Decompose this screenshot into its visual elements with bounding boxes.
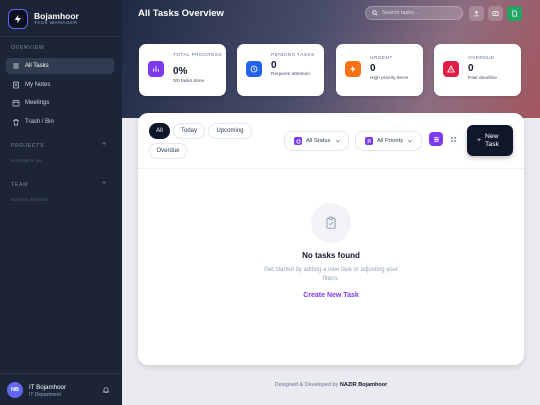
user-name: IT Bojamhoor	[29, 384, 67, 391]
warning-icon	[443, 61, 459, 77]
team-empty-note: No team members	[11, 197, 49, 202]
sidebar-item-label: Meetings	[25, 100, 50, 106]
footer: Designed & Developed by NAZIR Bojamhoor	[122, 382, 540, 388]
search-icon	[372, 10, 378, 16]
list-icon	[13, 63, 19, 69]
note-icon	[13, 81, 19, 89]
stat-value: 0%	[173, 66, 188, 77]
sidebar-item-label: Trash / Bin	[25, 119, 54, 125]
sidebar-item-all-tasks[interactable]: All Tasks	[6, 58, 114, 74]
lightning-logo-icon	[8, 9, 28, 29]
excel-export-button[interactable]	[507, 6, 522, 21]
clipboard-check-icon	[326, 216, 336, 229]
priority-filter-dropdown[interactable]: All Priority	[355, 131, 422, 151]
brand[interactable]: Bojamhoor TASK MANAGER	[8, 9, 79, 29]
stat-sub: 0/0 tasks done	[173, 79, 205, 84]
tab-overdue[interactable]: Overdue	[149, 143, 187, 159]
stat-label: TOTAL PROGRESS	[173, 53, 222, 58]
tab-upcoming[interactable]: Upcoming	[208, 123, 252, 139]
team-section-label: TEAM	[11, 182, 29, 188]
user-profile[interactable]: NB IT Bojamhoor IT Department	[0, 373, 122, 405]
priority-filter-icon	[365, 137, 373, 145]
avatar: NB	[7, 382, 23, 398]
stat-card-overdue: OVERDUE 0 Past deadline	[434, 44, 521, 96]
sidebar-divider	[0, 36, 122, 37]
chevron-down-icon	[335, 139, 340, 143]
overview-section-label: OVERVIEW	[11, 45, 45, 51]
add-project-button[interactable]: +	[102, 141, 106, 148]
stat-value: 0	[271, 60, 277, 71]
chart-icon	[148, 61, 164, 77]
projects-section-label: PROJECTS	[11, 143, 45, 149]
list-view-button[interactable]	[429, 132, 443, 146]
add-team-member-button[interactable]: +	[102, 180, 106, 187]
stat-sub: High priority items	[370, 76, 409, 81]
grid-icon	[450, 136, 456, 142]
inbox-icon	[492, 11, 499, 16]
stat-label: OVERDUE	[468, 56, 495, 61]
lightning-icon	[345, 61, 361, 77]
import-button[interactable]	[488, 6, 503, 21]
footer-prefix: Designed & Developed by	[274, 382, 339, 388]
panel-divider	[138, 168, 524, 169]
empty-state-description: Get started by adding a new task or adju…	[264, 267, 398, 282]
grid-view-button[interactable]	[446, 132, 460, 146]
sidebar-item-label: All Tasks	[25, 63, 49, 69]
calendar-icon	[12, 100, 20, 107]
plus-icon: +	[477, 136, 481, 144]
page-title: All Tasks Overview	[138, 8, 224, 19]
sidebar: Bojamhoor TASK MANAGER OVERVIEW All Task…	[0, 0, 122, 405]
stat-card-urgent: URGENT 0 High priority items	[336, 44, 423, 96]
upload-icon	[474, 10, 479, 17]
search-input[interactable]	[382, 10, 462, 16]
sidebar-item-meetings[interactable]: Meetings	[6, 95, 114, 111]
tab-all[interactable]: All	[149, 123, 170, 139]
sidebar-item-my-notes[interactable]: My Notes	[6, 77, 114, 93]
tab-today[interactable]: Today	[173, 123, 205, 139]
brand-subtitle: TASK MANAGER	[34, 20, 78, 26]
priority-filter-label: All Priority	[377, 138, 404, 144]
stat-value: 0	[468, 63, 474, 74]
bell-icon[interactable]	[102, 386, 110, 394]
new-task-button[interactable]: + New Task	[467, 125, 513, 156]
stat-card-pending: PENDING TASKS 0 Requires attention	[237, 44, 324, 96]
stat-value: 0	[370, 63, 376, 74]
sidebar-item-label: My Notes	[25, 82, 51, 88]
stat-card-progress: TOTAL PROGRESS 0% 0/0 tasks done	[139, 44, 226, 96]
stat-sub: Past deadline	[468, 76, 498, 81]
empty-state-title: No tasks found	[302, 251, 360, 260]
brand-name: Bojamhoor	[34, 10, 79, 21]
export-button[interactable]	[469, 6, 484, 21]
chevron-down-icon	[408, 139, 413, 143]
user-department: IT Department	[29, 392, 61, 398]
clock-icon	[246, 61, 262, 77]
new-task-label: New Task	[484, 132, 499, 148]
stat-label: URGENT	[370, 56, 393, 61]
stat-label: PENDING TASKS	[271, 53, 315, 58]
empty-state-illustration	[311, 203, 351, 243]
status-filter-label: All Status	[306, 138, 331, 144]
trash-icon	[13, 119, 19, 126]
list-view-icon	[433, 136, 439, 142]
stat-sub: Requires attention	[271, 72, 310, 77]
search-box[interactable]	[365, 6, 463, 20]
create-new-task-link[interactable]: Create New Task	[270, 292, 392, 299]
status-filter-dropdown[interactable]: All Status	[284, 131, 349, 151]
projects-empty-note: No projects yet	[11, 158, 42, 163]
sidebar-item-trash[interactable]: Trash / Bin	[6, 114, 114, 130]
footer-author: NAZIR Bojamhoor	[339, 382, 388, 388]
file-icon	[512, 10, 517, 17]
status-filter-icon	[294, 137, 302, 145]
